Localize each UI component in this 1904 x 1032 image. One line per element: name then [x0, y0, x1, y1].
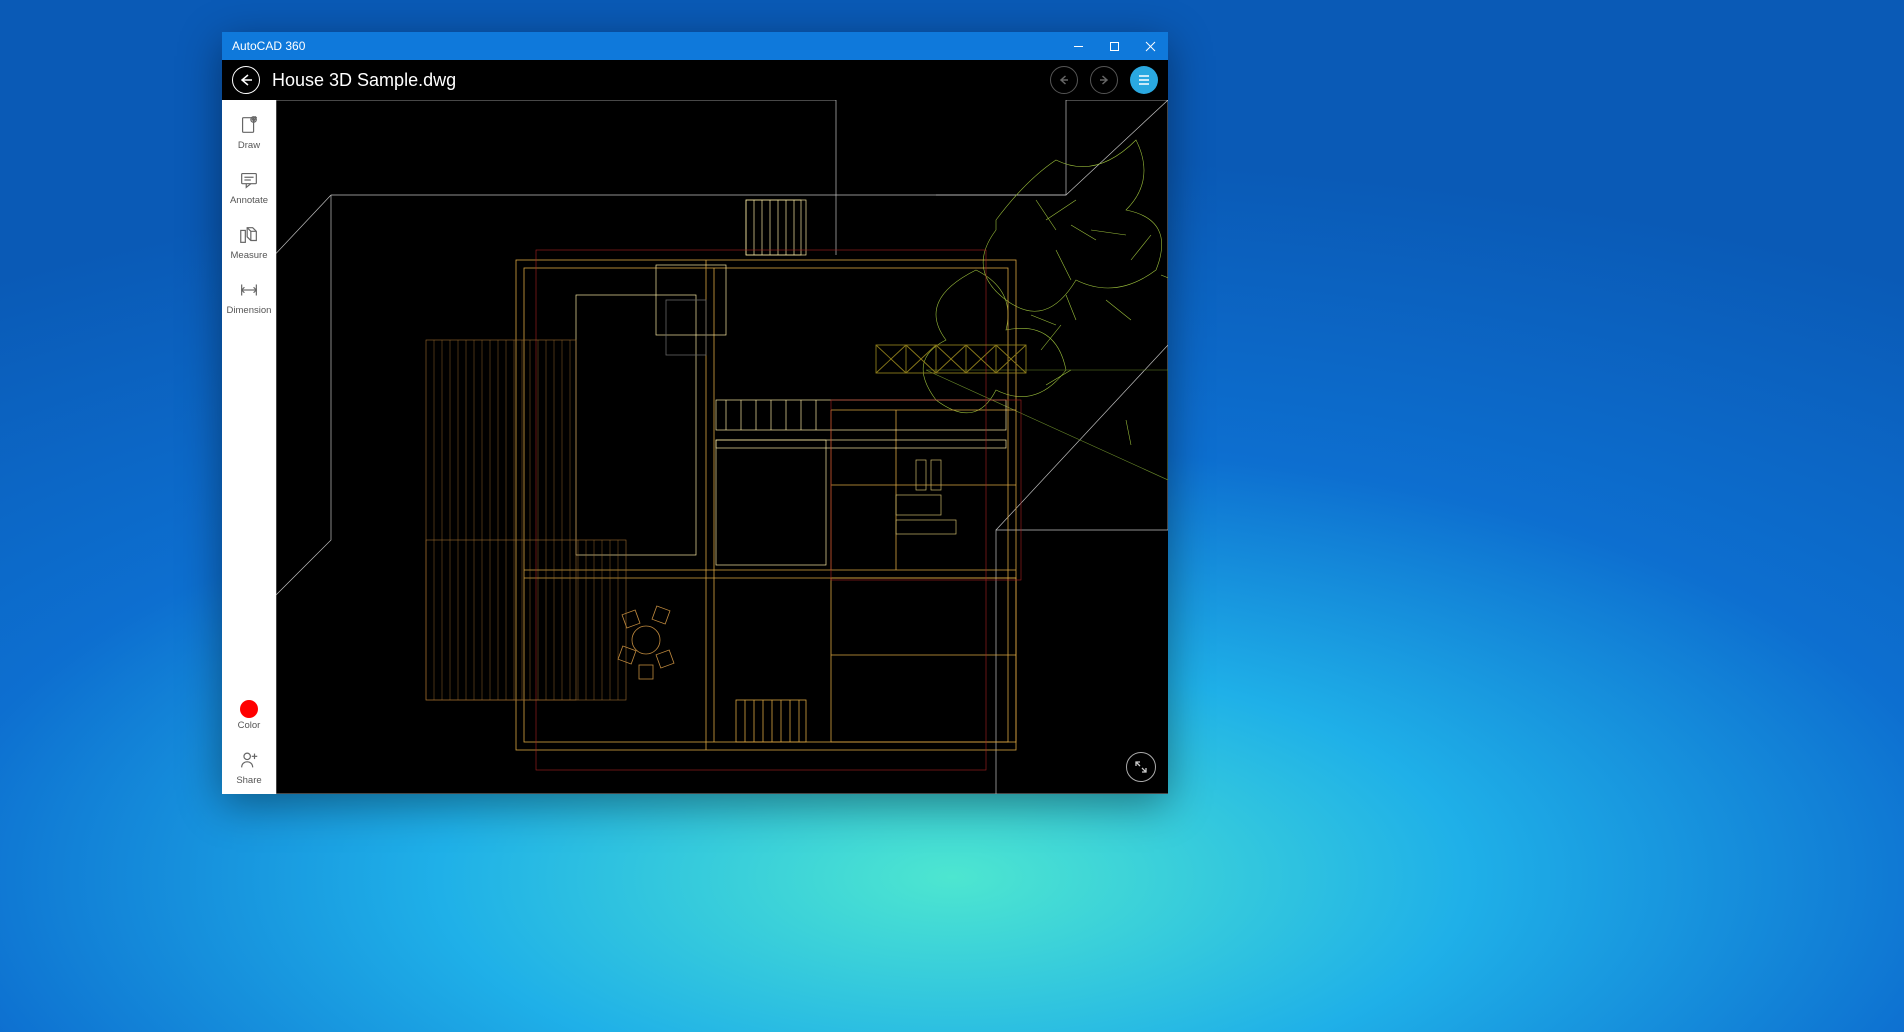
document-header: House 3D Sample.dwg	[222, 60, 1168, 100]
drawing-canvas[interactable]	[276, 100, 1168, 794]
draw-tool[interactable]: Draw	[222, 106, 276, 159]
measure-label: Measure	[231, 250, 268, 261]
annotate-tool[interactable]: Annotate	[222, 161, 276, 214]
undo-button[interactable]	[1050, 66, 1078, 94]
zoom-extents-button[interactable]	[1126, 752, 1156, 782]
menu-button[interactable]	[1130, 66, 1158, 94]
titlebar[interactable]: AutoCAD 360	[222, 32, 1168, 60]
app-title: AutoCAD 360	[232, 39, 1060, 53]
annotate-label: Annotate	[230, 195, 268, 206]
close-button[interactable]	[1132, 32, 1168, 60]
measure-tool[interactable]: Measure	[222, 216, 276, 269]
draw-icon	[236, 112, 262, 138]
color-tool[interactable]: Color	[222, 692, 276, 739]
color-swatch-icon	[240, 700, 258, 718]
hamburger-icon	[1137, 74, 1151, 86]
document-title: House 3D Sample.dwg	[272, 70, 1038, 91]
share-icon	[236, 747, 262, 773]
draw-label: Draw	[238, 140, 260, 151]
annotate-icon	[236, 167, 262, 193]
redo-button[interactable]	[1090, 66, 1118, 94]
measure-icon	[236, 222, 262, 248]
app-window: AutoCAD 360 House 3D Sample.dwg	[222, 32, 1168, 794]
minimize-button[interactable]	[1060, 32, 1096, 60]
back-button[interactable]	[232, 66, 260, 94]
back-arrow-icon	[239, 73, 253, 87]
cad-drawing	[276, 100, 1168, 794]
dimension-tool[interactable]: Dimension	[222, 271, 276, 324]
dimension-icon	[236, 277, 262, 303]
dimension-label: Dimension	[227, 305, 272, 316]
share-tool[interactable]: Share	[222, 741, 276, 794]
share-label: Share	[236, 775, 261, 786]
undo-icon	[1057, 73, 1071, 87]
maximize-button[interactable]	[1096, 32, 1132, 60]
body: Draw Annotate Measure Dimension	[222, 100, 1168, 794]
color-label: Color	[238, 720, 261, 731]
redo-icon	[1097, 73, 1111, 87]
expand-icon	[1134, 760, 1148, 774]
tool-sidebar: Draw Annotate Measure Dimension	[222, 100, 276, 794]
